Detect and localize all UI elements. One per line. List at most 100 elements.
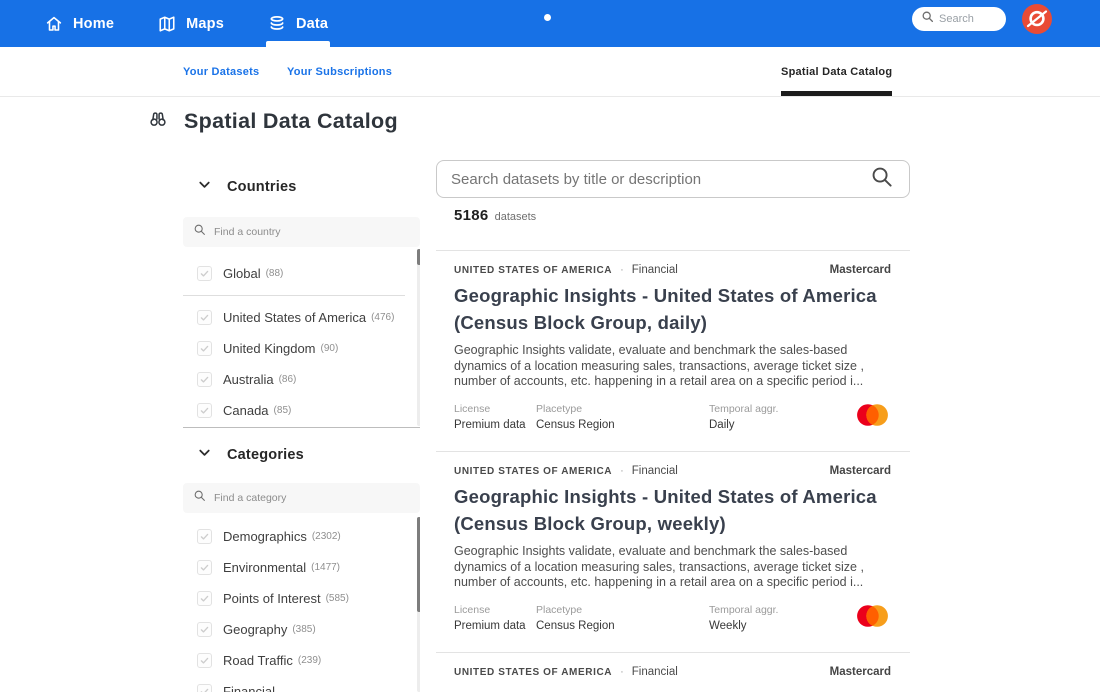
meta-label: Placetype [536, 403, 709, 415]
checkbox[interactable] [197, 653, 212, 668]
search-icon[interactable] [870, 165, 893, 193]
categories-section-title: Categories [227, 447, 304, 463]
category-filter-points-of-interest[interactable]: Points of Interest (585) [183, 583, 413, 614]
search-icon [193, 489, 206, 507]
checkbox[interactable] [197, 560, 212, 575]
separator-dot: · [620, 264, 624, 276]
country-filter-list: Global (88) United States of America (47… [183, 258, 413, 426]
binoculars-icon [148, 109, 168, 134]
category-search-field[interactable] [183, 483, 420, 513]
maps-icon [158, 15, 176, 33]
scrollbar-thumb[interactable] [417, 249, 420, 265]
filter-count: (90) [321, 343, 339, 354]
checkbox[interactable] [197, 529, 212, 544]
meta-value: Census Region [536, 419, 709, 431]
indicator-dot [544, 14, 551, 21]
meta-value: Census Region [536, 620, 709, 632]
dataset-title[interactable]: Geographic Insights - United States of A… [454, 483, 891, 537]
dataset-country: UNITED STATES OF AMERICA [454, 466, 612, 477]
tab-spatial-data-catalog[interactable]: Spatial Data Catalog [781, 47, 892, 96]
filter-label: United Kingdom [223, 341, 316, 356]
category-filter-geography[interactable]: Geography (385) [183, 614, 413, 645]
checkbox[interactable] [197, 310, 212, 325]
dataset-description: Geographic Insights validate, evaluate a… [454, 343, 891, 390]
dataset-country: UNITED STATES OF AMERICA [454, 265, 612, 276]
checkbox[interactable] [197, 403, 212, 418]
list-bottom-border [183, 427, 420, 428]
checkbox[interactable] [197, 622, 212, 637]
country-search-input[interactable] [214, 226, 410, 238]
checkbox[interactable] [197, 341, 212, 356]
nav-item-home[interactable]: Home [45, 0, 114, 47]
filter-count: (85) [274, 405, 292, 416]
dataset-card[interactable]: UNITED STATES OF AMERICA · Financial Mas… [436, 451, 910, 652]
top-navigation-bar: Home Maps Data [0, 0, 1100, 47]
tab-your-datasets[interactable]: Your Datasets [183, 47, 259, 96]
results-panel: 5186 datasets UNITED STATES OF AMERICA ·… [436, 145, 910, 692]
category-filter-environmental[interactable]: Environmental (1477) [183, 552, 413, 583]
checkmark-icon [199, 686, 210, 692]
filter-label: Financial [223, 684, 275, 692]
checkbox[interactable] [197, 684, 212, 692]
separator-dot: · [620, 465, 624, 477]
dataset-card-header: UNITED STATES OF AMERICA · Financial Mas… [454, 666, 891, 678]
avatar[interactable] [1022, 4, 1052, 34]
secondary-navigation: Your Datasets Your Subscriptions Spatial… [0, 47, 1100, 97]
tab-your-subscriptions[interactable]: Your Subscriptions [287, 47, 392, 96]
country-filter-global[interactable]: Global (88) [183, 258, 413, 289]
dataset-search-input[interactable] [451, 171, 860, 188]
category-filter-road-traffic[interactable]: Road Traffic (239) [183, 645, 413, 676]
mastercard-logo [854, 603, 891, 634]
category-filter-list: Demographics (2302) Environmental (1477)… [183, 521, 413, 692]
dataset-card[interactable]: UNITED STATES OF AMERICA · Financial Mas… [436, 250, 910, 451]
dataset-card[interactable]: UNITED STATES OF AMERICA · Financial Mas… [436, 652, 910, 692]
nav-label: Maps [186, 16, 224, 32]
meta-label: License [454, 604, 536, 616]
page-title: Spatial Data Catalog [184, 109, 398, 134]
checkbox[interactable] [197, 591, 212, 606]
country-filter-australia[interactable]: Australia (86) [183, 364, 413, 395]
filter-label: United States of America [223, 310, 366, 325]
home-icon [45, 15, 63, 33]
checkbox[interactable] [197, 266, 212, 281]
meta-label: Placetype [536, 604, 709, 616]
countries-scrollbar[interactable] [417, 249, 420, 426]
filter-label: Demographics [223, 529, 307, 544]
topbar-search[interactable] [912, 7, 1006, 31]
dataset-provider: Mastercard [830, 666, 891, 678]
filter-label: Points of Interest [223, 591, 321, 606]
checkmark-icon [199, 624, 210, 635]
checkmark-icon [199, 343, 210, 354]
filters-sidebar: Countries Global (88) United States of A… [183, 145, 420, 692]
checkmark-icon [199, 593, 210, 604]
checkmark-icon [199, 312, 210, 323]
search-icon [921, 10, 934, 28]
country-filter-usa[interactable]: United States of America (476) [183, 302, 413, 333]
mastercard-logo [854, 402, 891, 433]
dataset-country: UNITED STATES OF AMERICA [454, 667, 612, 678]
checkmark-icon [199, 374, 210, 385]
country-filter-canada[interactable]: Canada (85) [183, 395, 413, 426]
dataset-search-field[interactable] [436, 160, 910, 198]
nav-item-maps[interactable]: Maps [158, 0, 224, 47]
dataset-title[interactable]: Geographic Insights - United States of A… [454, 282, 891, 336]
filter-count: (385) [292, 624, 315, 635]
checkbox[interactable] [197, 372, 212, 387]
filter-label: Road Traffic [223, 653, 293, 668]
results-count-suffix: datasets [495, 211, 537, 223]
categories-section-toggle[interactable]: Categories [183, 441, 420, 469]
checkmark-icon [199, 268, 210, 279]
filter-label: Geography [223, 622, 287, 637]
categories-scrollbar[interactable] [417, 517, 420, 692]
filter-count: (2302) [312, 531, 341, 542]
topbar-search-input[interactable] [939, 13, 997, 25]
filter-count: (585) [326, 593, 349, 604]
scrollbar-thumb[interactable] [417, 517, 420, 612]
nav-item-data[interactable]: Data [268, 0, 328, 47]
category-search-input[interactable] [214, 492, 410, 504]
country-search-field[interactable] [183, 217, 420, 247]
countries-section-toggle[interactable]: Countries [183, 173, 420, 201]
country-filter-uk[interactable]: United Kingdom (90) [183, 333, 413, 364]
category-filter-demographics[interactable]: Demographics (2302) [183, 521, 413, 552]
category-filter-financial[interactable]: Financial [183, 676, 413, 692]
